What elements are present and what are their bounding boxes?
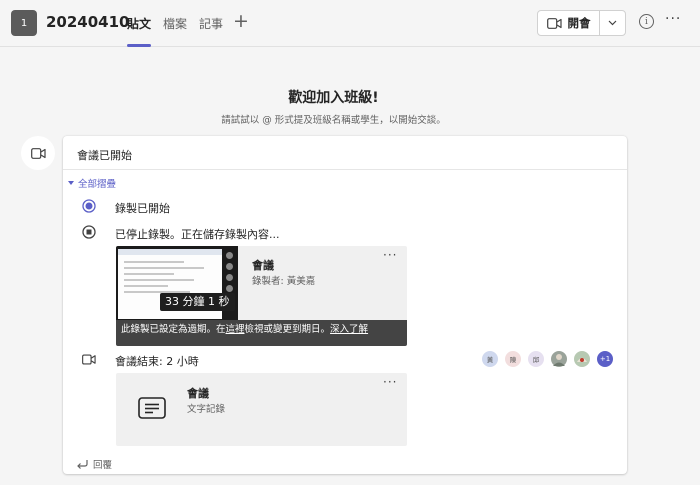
meeting-title: 會議已開始 <box>77 149 132 162</box>
tab-posts[interactable]: 貼文 <box>127 15 151 32</box>
recording-card[interactable]: 33 分鐘 1 秒 會議 錄製者: 黃美嘉 ··· 此錄製已設定為過期。在這裡檢… <box>116 246 407 346</box>
recording-stopped-icon <box>82 225 96 239</box>
avatar[interactable]: 陳 <box>505 351 521 367</box>
meet-label: 開會 <box>567 16 591 30</box>
avatar-photo[interactable] <box>574 351 590 367</box>
info-icon[interactable]: i <box>639 14 654 29</box>
transcript-title: 會議 <box>187 387 209 400</box>
tab-notes[interactable]: 記事 <box>199 15 223 32</box>
avatar[interactable]: 邱 <box>528 351 544 367</box>
video-camera-icon <box>30 147 46 159</box>
transcript-more-button[interactable]: ··· <box>383 375 397 389</box>
team-name: 20240410 <box>46 13 130 31</box>
recording-started-icon <box>82 199 96 213</box>
reply-arrow-icon <box>77 460 88 469</box>
recording-title: 會議 <box>252 259 274 272</box>
reply-button[interactable]: 回覆 <box>76 457 112 471</box>
collapse-all-label: 全部摺疊 <box>78 179 117 190</box>
meeting-ended-icon <box>82 354 96 365</box>
transcript-icon <box>138 397 166 419</box>
recording-more-button[interactable]: ··· <box>383 248 397 262</box>
here-link[interactable]: 這裡 <box>226 324 245 335</box>
meet-button[interactable]: 開會 <box>538 11 600 35</box>
welcome-subtitle: 請試試以 @ 形式提及班級名稱或學生，以開始交談。 <box>221 115 446 126</box>
channel-header: 1 20240410 貼文 檔案 記事 + 開會 i ··· <box>0 0 700 47</box>
transcript-subtitle: 文字記錄 <box>187 404 226 415</box>
video-camera-icon <box>82 354 96 365</box>
collapse-all-button[interactable]: 全部摺疊 <box>68 176 116 190</box>
transcript-card[interactable]: 會議 文字記錄 ··· <box>116 373 407 446</box>
expiry-middle: 檢視或變更到期日。 <box>244 324 331 335</box>
learn-more-link[interactable]: 深入了解 <box>330 324 368 335</box>
team-avatar[interactable]: 1 <box>11 10 37 36</box>
meeting-post-icon <box>21 136 55 170</box>
add-tab-button[interactable]: + <box>233 10 249 32</box>
reply-label: 回覆 <box>93 460 113 471</box>
avatar-photo[interactable] <box>551 351 567 367</box>
participant-avatars: 黃 陳 邱 +1 <box>482 351 613 367</box>
recording-owner: 錄製者: 黃美嘉 <box>252 276 316 287</box>
meeting-card-header: 會議已開始 <box>63 136 627 170</box>
chevron-down-icon <box>608 20 617 26</box>
meet-button-group: 開會 <box>537 10 626 36</box>
avatar[interactable]: 黃 <box>482 351 498 367</box>
active-tab-indicator <box>127 44 151 47</box>
welcome-title: 歡迎加入班級! <box>288 90 379 106</box>
meet-dropdown-button[interactable] <box>600 11 625 35</box>
recording-duration: 33 分鐘 1 秒 <box>160 293 235 311</box>
caret-down-icon <box>68 180 74 185</box>
recording-thumbnail[interactable]: 33 分鐘 1 秒 <box>116 246 238 320</box>
video-camera-icon <box>546 17 562 29</box>
expiry-prefix: 此錄製已設定為過期。在 <box>121 324 226 335</box>
meeting-ended-text: 會議結束: 2 小時 <box>115 355 199 368</box>
recording-started-text: 錄製已開始 <box>115 202 170 215</box>
recording-stopped-text: 已停止錄製。正在儲存錄製內容... <box>115 228 280 241</box>
more-participants-badge[interactable]: +1 <box>597 351 613 367</box>
recording-expiry-banner: 此錄製已設定為過期。在這裡檢視或變更到期日。深入了解 <box>116 320 407 346</box>
tab-files[interactable]: 檔案 <box>163 15 187 32</box>
more-options-button[interactable]: ··· <box>665 11 681 27</box>
meeting-card: 會議已開始 全部摺疊 錄製已開始 已停止錄製。正在儲存錄製內容... 33 分鐘… <box>63 136 627 474</box>
